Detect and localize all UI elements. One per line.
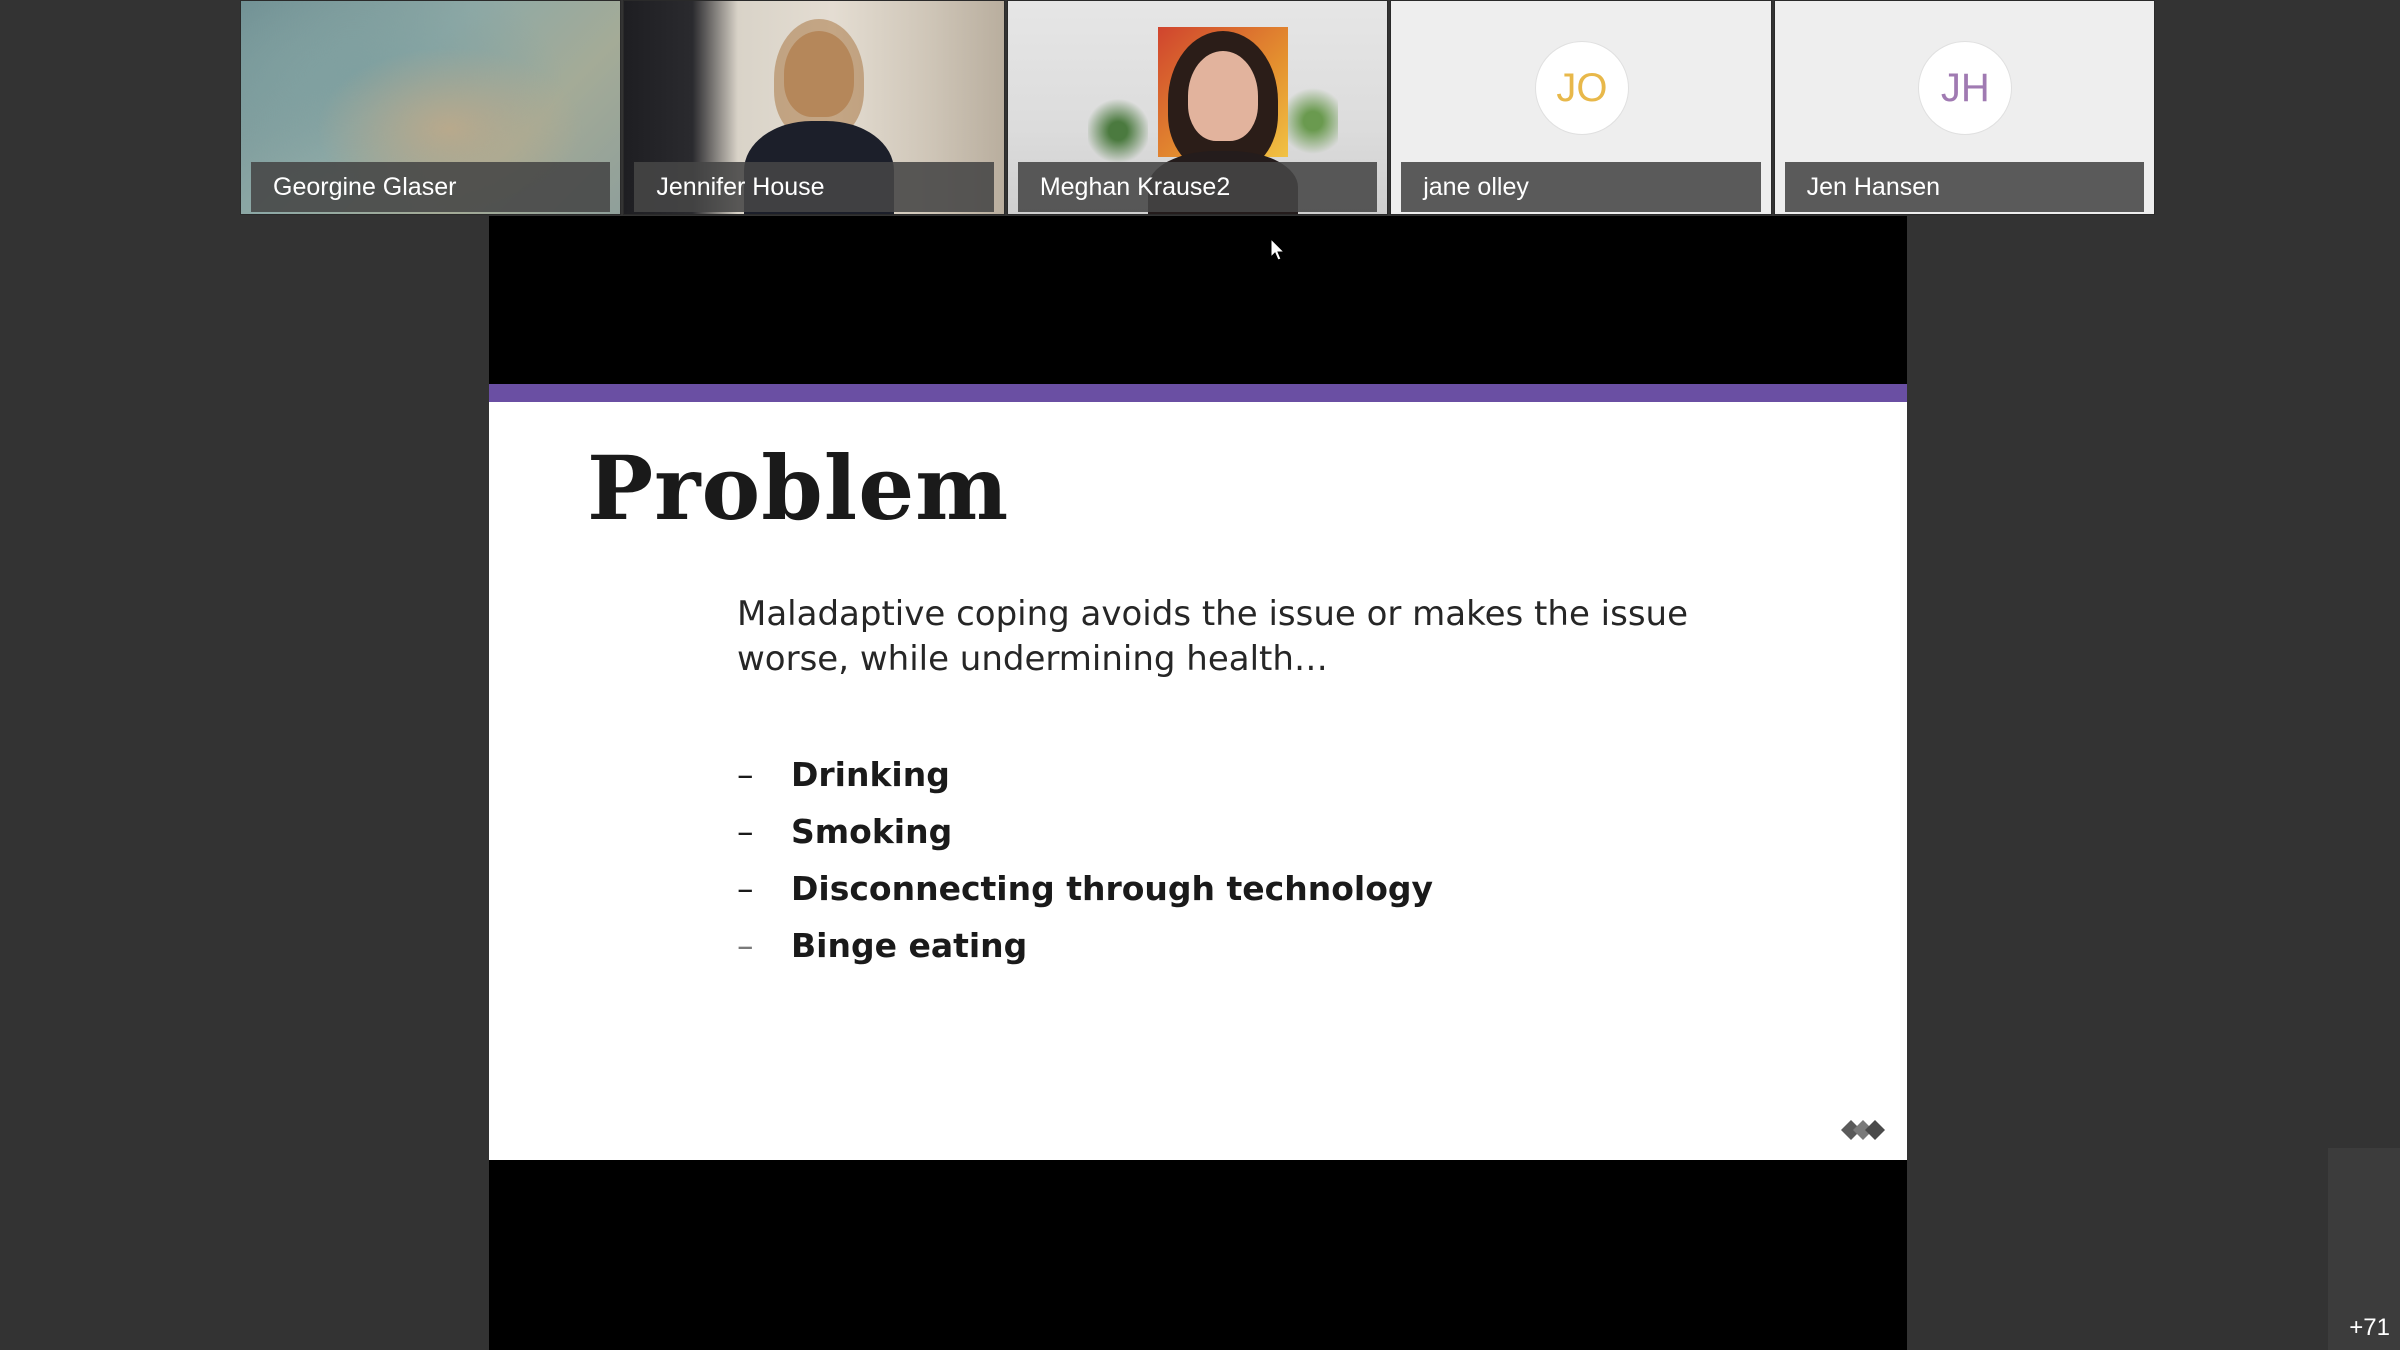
company-logo-icon <box>1841 1120 1885 1140</box>
presentation-slide: Problem Maladaptive coping avoids the is… <box>489 384 1907 1160</box>
bullet-dash: – <box>737 926 754 965</box>
participant-name: Meghan Krause2 <box>1017 162 1378 212</box>
list-item: – Binge eating <box>737 917 1433 974</box>
more-participants-button[interactable]: +71 <box>2328 1148 2400 1350</box>
slide-body-text: Maladaptive coping avoids the issue or m… <box>737 594 1689 679</box>
participant-tile-meghan-krause2[interactable]: Meghan Krause2 <box>1006 0 1389 215</box>
bullet-text: Binge eating <box>791 926 1028 965</box>
bullet-text: Drinking <box>791 755 950 794</box>
participant-initials: JO <box>1534 41 1629 135</box>
mouse-cursor-icon <box>1270 238 1286 261</box>
participant-tile-jennifer-house[interactable]: Jennifer House <box>623 0 1005 215</box>
participant-name: Jennifer House <box>634 162 994 212</box>
participant-tile-jen-hansen[interactable]: JH Jen Hansen <box>1773 0 2156 215</box>
participant-tile-georgine-glaser[interactable]: Georgine Glaser <box>240 0 622 215</box>
participant-name: jane olley <box>1401 162 1761 212</box>
participant-name: Georgine Glaser <box>251 162 611 212</box>
bullet-text: Disconnecting through technology <box>791 869 1434 908</box>
participant-strip: Georgine Glaser Jennifer House Meghan Kr… <box>240 0 2156 215</box>
shared-screen: Problem Maladaptive coping avoids the is… <box>489 216 1907 1350</box>
bullet-dash: – <box>737 869 754 908</box>
slide-title: Problem <box>587 436 1010 540</box>
bullet-dash: – <box>737 812 754 851</box>
list-item: – Smoking <box>737 803 1433 860</box>
participant-initials: JH <box>1918 41 2013 135</box>
person-face <box>1187 51 1258 141</box>
list-item: – Drinking <box>737 746 1433 803</box>
slide-bullet-list: – Drinking – Smoking – Disconnecting thr… <box>737 746 1433 974</box>
slide-accent-bar <box>489 384 1907 402</box>
participant-tile-jane-olley[interactable]: JO jane olley <box>1390 0 1772 215</box>
plant-left <box>1087 96 1148 166</box>
bullet-text: Smoking <box>791 812 953 851</box>
meeting-window: Georgine Glaser Jennifer House Meghan Kr… <box>0 0 2400 1350</box>
participant-name: Jen Hansen <box>1784 162 2145 212</box>
bullet-dash: – <box>737 755 754 794</box>
plant-right <box>1287 81 1338 161</box>
list-item: – Disconnecting through technology <box>737 860 1433 917</box>
more-participants-count: +71 <box>2349 1314 2390 1341</box>
